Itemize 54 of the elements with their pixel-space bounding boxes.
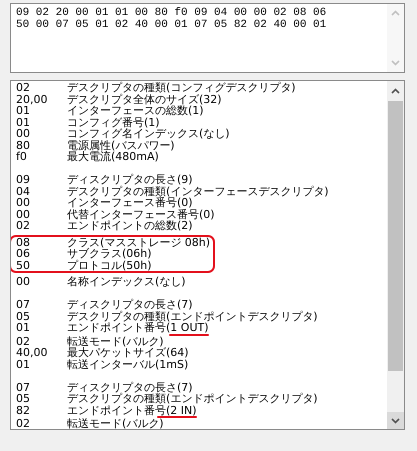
field-description: エンドポイント番号(1 OUT): [67, 321, 209, 334]
hex-value: 01: [15, 116, 31, 128]
hex-value: 80: [15, 140, 31, 151]
hex-value: 02: [15, 82, 31, 94]
hex-value: 09: [15, 174, 31, 186]
field-description: ディスクリプタの長さ(7): [67, 380, 193, 394]
field-description: コンフィグ名インデックス(なし): [67, 127, 230, 140]
field-description: 代替インターフェース番号(0): [67, 208, 215, 220]
field-description: サブクラス(06h): [67, 247, 152, 260]
field-description: デスクリプタの種類(エンドポイントデスクリプタ): [67, 392, 318, 405]
field-description: デスクリプタの種類(エンドポイントデスクリプタ): [67, 310, 318, 322]
hex-value: 05: [15, 310, 31, 322]
field-description: ディスクリプタの長さ(7): [67, 298, 193, 311]
hex-value: 01: [15, 105, 30, 116]
field-description: 最大電流(480mA): [67, 150, 159, 163]
field-description: 転送モード(バルク): [67, 417, 164, 429]
field-description: コンフィグ番号(1): [67, 116, 160, 128]
hex-value: 00: [15, 197, 31, 208]
field-description: デスクリプタの種類(インターフェースデスクリプタ): [67, 184, 329, 198]
hex-value: 20,00: [15, 94, 48, 105]
field-description: インターフェースの総数(1): [67, 104, 204, 117]
hex-value: 05: [15, 393, 31, 404]
hex-value: 01: [15, 358, 31, 370]
field-description: デスクリプタ全体のサイズ(32): [67, 92, 222, 106]
hex-line: 50 00 07 05 01 02 40 00 01 07 05 82 02 40 00 01: [16, 19, 328, 31]
field-description: インターフェース番号(0): [67, 196, 193, 209]
hex-value: 02: [15, 418, 31, 429]
hex-value: 40,00: [15, 347, 48, 358]
hex-value: 06: [15, 248, 31, 260]
field-description: ディスクリプタの長さ(9): [67, 173, 193, 186]
field-description: クラス(マスストレージ 08h): [67, 236, 210, 248]
field-description: プロトコル(50h): [67, 258, 152, 272]
field-description: 電源属性(バスパワー): [67, 138, 175, 152]
hex-value: 04: [15, 186, 31, 197]
field-description: エンドポイント番号(2 IN): [67, 404, 197, 416]
hex-value: 07: [15, 299, 31, 310]
hex-value: 00: [15, 128, 31, 140]
hex-value: 00: [15, 208, 31, 220]
field-description: 転送モード(バルク): [67, 334, 164, 348]
hex-value: 50: [15, 260, 31, 271]
hex-value: 08: [15, 236, 31, 248]
field-description: エンドポイントの総数(2): [67, 219, 193, 232]
hex-line: 09 02 20 00 01 01 00 80 f0 09 04 00 00 02 08 06: [16, 7, 328, 19]
hex-value: 02: [15, 220, 31, 232]
hex-value: 02: [15, 336, 31, 347]
hex-value: 00: [15, 276, 31, 288]
hex-value: f0: [15, 151, 28, 162]
field-description: 転送インターバル(1mS): [67, 358, 188, 370]
field-description: 最大パケットサイズ(64): [67, 346, 189, 359]
hex-value: 82: [15, 404, 31, 416]
hex-value: 07: [15, 382, 31, 393]
field-description: 名称インデックス(なし): [67, 275, 186, 288]
field-description: デスクリプタの種類(コンフィグデスクリプタ): [67, 81, 296, 94]
hex-value: 01: [15, 322, 31, 334]
